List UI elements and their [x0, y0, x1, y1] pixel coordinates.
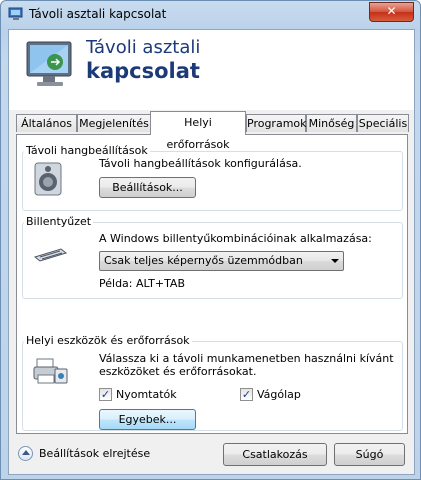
local-devices-legend: Helyi eszközök és erőforrások: [24, 334, 192, 347]
audio-description: Távoli hangbeállítások konfigurálása.: [99, 157, 302, 170]
tab-experience[interactable]: Minőség: [306, 114, 357, 132]
tab-programs[interactable]: Programok: [246, 114, 307, 132]
tab-advanced[interactable]: Speciális: [357, 114, 409, 132]
tab-panel-local-resources: Távoli hangbeállítások Távoli hangbeállí…: [16, 134, 408, 434]
close-button[interactable]: ✕: [369, 2, 414, 22]
banner-title-line2: kapcsolat: [86, 59, 200, 83]
tab-display[interactable]: Megjelenítés: [77, 114, 151, 132]
window-title: Távoli asztali kapcsolat: [29, 7, 167, 21]
hide-options-link[interactable]: Beállítások elrejtése: [39, 447, 150, 460]
speaker-icon: [34, 162, 62, 196]
keyboard-group-legend: Billentyűzet: [24, 215, 94, 228]
clipboard-checkbox[interactable]: ✓: [240, 388, 253, 401]
computer-monitor-icon: [26, 41, 72, 86]
rdp-window: Távoli asztali kapcsolat ✕ Távoli asztal…: [0, 0, 421, 480]
help-button[interactable]: Súgó: [334, 443, 405, 466]
keyboard-icon: [33, 248, 67, 262]
banner-title-line1: Távoli asztali: [86, 37, 201, 58]
keyboard-description: A Windows billentyűkombinációinak alkalm…: [99, 232, 372, 245]
keyboard-example: Példa: ALT+TAB: [99, 277, 186, 290]
keyboard-combination-select[interactable]: Csak teljes képernyős üzemmódban: [99, 251, 344, 271]
local-devices-description-line2: eszközöket és erőforrásokat.: [99, 365, 257, 378]
keyboard-group: Billentyűzet A Windows billentyűkombinác…: [22, 215, 403, 299]
clipboard-label[interactable]: Vágólap: [257, 388, 301, 401]
remote-desktop-icon: [8, 7, 23, 20]
audio-settings-button[interactable]: Beállítások...: [99, 177, 196, 198]
audio-group-legend: Távoli hangbeállítások: [24, 144, 150, 157]
printers-label[interactable]: Nyomtatók: [116, 388, 177, 401]
printers-checkbox[interactable]: ✓: [99, 388, 112, 401]
more-devices-button[interactable]: Egyebek...: [99, 409, 196, 430]
local-devices-group: Helyi eszközök és erőforrások Válassza k…: [22, 334, 403, 431]
tab-local-resources[interactable]: Helyi erőforrások: [150, 111, 246, 151]
collapse-options-icon[interactable]: [18, 446, 33, 461]
tab-general[interactable]: Általános: [16, 114, 77, 132]
chevron-down-icon: [331, 259, 339, 263]
keyboard-select-value: Csak teljes képernyős üzemmódban: [104, 254, 303, 267]
connect-button[interactable]: Csatlakozás: [223, 443, 327, 466]
local-devices-description-line1: Válassza ki a távoli munkamenetben haszn…: [99, 352, 394, 365]
banner: Távoli asztali kapcsolat: [9, 30, 414, 110]
printer-devices-icon: [33, 358, 68, 384]
title-bar[interactable]: Távoli asztali kapcsolat ✕: [1, 1, 420, 29]
audio-group: Távoli hangbeállítások Távoli hangbeállí…: [22, 144, 403, 211]
client-area: Távoli asztali kapcsolat Általános Megje…: [8, 29, 415, 475]
